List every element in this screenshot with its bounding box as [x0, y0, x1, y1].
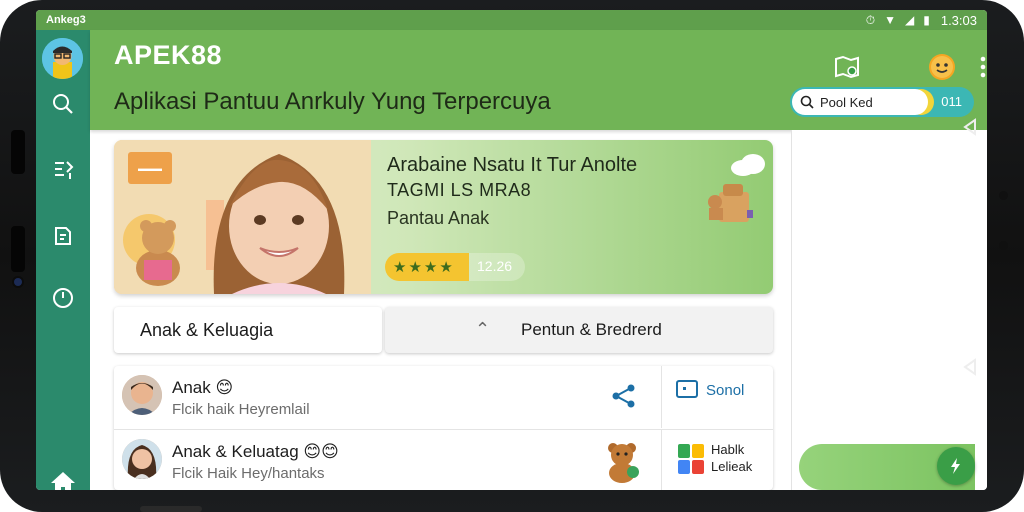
app-subtitle: Aplikasi Pantuu Anrkuly Yung Terpercuya	[114, 88, 551, 115]
list-action-line1: Hablk	[711, 442, 745, 457]
wifi-icon: ▼	[884, 13, 896, 27]
rating-value: 12.26	[477, 258, 513, 274]
status-bar: Ankeg3 ⏱ ▼ ◢ ▮ 1.3:03	[36, 10, 987, 30]
toy-box-icon	[708, 184, 753, 222]
bottom-clip	[140, 506, 202, 512]
list-action-label: Sonol	[706, 381, 745, 399]
list-item-name: Anak & Keluatag 😊😊	[172, 442, 339, 461]
child-avatar	[122, 375, 162, 415]
signal-icon: ◢	[905, 13, 915, 27]
banner-title: Arabaine Nsatu It Tur Anolte	[387, 154, 638, 176]
rating-stars: ★★★★	[393, 259, 455, 276]
status-carrier: Ankeg3	[46, 14, 86, 26]
sensor-dot	[999, 191, 1008, 200]
back-nav-icon-secondary[interactable]	[962, 358, 982, 378]
camera	[14, 278, 22, 286]
rating-badge: ★★★★ 12.26	[385, 253, 525, 281]
avatar-illustration	[42, 38, 83, 79]
search-pill[interactable]: Pool Ked 011	[790, 87, 974, 117]
list-action-text[interactable]: Hablk Lelieak	[711, 441, 752, 475]
profile-avatar[interactable]	[42, 38, 83, 79]
tab-monitor[interactable]: ⌃ Pentun & Bredrerd	[385, 307, 773, 353]
chevron-up-icon: ⌃	[475, 319, 491, 339]
list-action[interactable]: Sonol	[676, 380, 744, 400]
app-header: APEK88 Aplikasi Pantuu Anrkuly Yung Terp…	[90, 30, 987, 130]
status-icons: ⏱ ▼ ◢ ▮ 1.3:03	[866, 13, 977, 28]
overflow-menu-icon[interactable]	[978, 54, 987, 80]
volume-button	[11, 130, 25, 174]
app-tiles-icon[interactable]	[676, 442, 706, 476]
home-icon[interactable]	[48, 468, 78, 490]
tab-family-label: Anak & Keluagia	[140, 319, 274, 340]
row-divider	[661, 366, 662, 428]
list-item-sub: Flcik haik Heyremlail	[172, 401, 310, 418]
alarm-icon: ⏱	[865, 12, 876, 27]
search-pill-field[interactable]: Pool Ked	[792, 89, 928, 115]
phone-frame: Ankeg3 ⏱ ▼ ◢ ▮ 1.3:03 APEK88 Aplikasi Pa…	[0, 0, 1024, 512]
fab-button[interactable]	[937, 447, 975, 485]
promo-tag: ▬▬▬	[128, 152, 172, 184]
child-avatar	[122, 439, 162, 479]
status-time: 1.3:03	[940, 12, 977, 28]
search-icon[interactable]	[49, 90, 77, 118]
tab-family[interactable]: Anak & Keluagia	[114, 307, 382, 353]
nav-rail	[36, 30, 90, 490]
search-pill-label: Pool Ked	[820, 94, 873, 110]
promo-tag-label: ▬▬▬	[138, 163, 162, 173]
tab-monitor-label: Pentun & Bredrerd	[521, 320, 662, 339]
list-item[interactable]: Anak 😊 Flcik haik Heyremlail Sonol	[114, 366, 773, 428]
child-list: Anak 😊 Flcik haik Heyremlail Sonol Anak …	[114, 366, 773, 490]
banner-tagline: Pantau Anak	[387, 208, 490, 228]
cloud-icon	[731, 154, 765, 176]
screen: Ankeg3 ⏱ ▼ ◢ ▮ 1.3:03 APEK88 Aplikasi Pa…	[36, 10, 987, 490]
bolt-icon	[951, 458, 960, 474]
map-icon[interactable]	[832, 52, 862, 82]
list-filter-icon[interactable]	[49, 156, 77, 184]
teddy-bear-icon[interactable]	[602, 440, 642, 484]
battery-icon: ▮	[923, 13, 930, 27]
sensor-dot	[999, 241, 1008, 250]
app-brand: APEK88	[114, 40, 223, 70]
list-item-sub: Flcik Haik Hey/hantaks	[172, 465, 325, 482]
screen-icon	[676, 380, 698, 398]
document-icon[interactable]	[49, 222, 77, 250]
list-action-line2: Lelieak	[711, 459, 753, 474]
row-divider	[661, 430, 662, 490]
power-button	[11, 226, 25, 272]
search-pill-count: 011	[941, 94, 962, 109]
list-item-name: Anak 😊	[172, 378, 234, 397]
clock-icon[interactable]	[49, 284, 77, 312]
hero-banner[interactable]: ▬▬▬ Arabaine Nsatu It Tur Anolte TAGMI L…	[114, 140, 773, 294]
banner-title-secondary: TAGMI LS MRA8	[387, 180, 532, 200]
list-item[interactable]: Anak & Keluatag 😊😊 Flcik Haik Hey/hantak…	[114, 429, 773, 490]
back-nav-icon[interactable]	[962, 118, 982, 138]
mascot-icon[interactable]	[924, 48, 960, 84]
search-small-icon	[800, 95, 814, 109]
share-icon[interactable]	[608, 380, 640, 412]
right-panel	[791, 130, 987, 490]
